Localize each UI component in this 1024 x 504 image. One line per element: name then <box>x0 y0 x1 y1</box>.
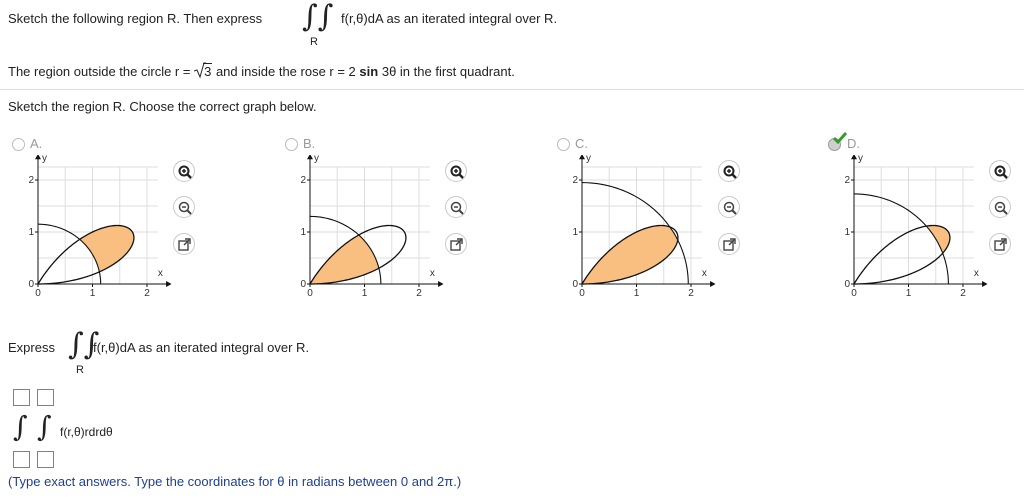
y-tick-label: 2 <box>28 175 34 186</box>
y-axis-label: y <box>314 155 319 164</box>
x-tick-label: 1 <box>362 288 368 299</box>
x-tick-label: 0 <box>307 288 313 299</box>
shaded-region <box>310 234 379 284</box>
popout-icon <box>723 238 736 251</box>
y-tick-label: 0 <box>572 279 578 290</box>
zoom-in-icon <box>450 165 464 179</box>
option-d-popout-button[interactable] <box>989 233 1011 255</box>
zoom-out-icon <box>994 201 1008 215</box>
option-b-zoom-out-button[interactable] <box>445 196 467 218</box>
express-integrand: f(r,θ)dA as an iterated integral over R. <box>93 340 310 355</box>
popout-icon <box>450 238 463 251</box>
option-d-letter: D. <box>847 136 860 151</box>
y-axis-label: y <box>42 155 47 164</box>
option-a-popout-button[interactable] <box>173 233 195 255</box>
x-axis-label: x <box>974 268 979 279</box>
x-axis-label: x <box>158 268 163 279</box>
option-a-radio[interactable] <box>12 138 25 151</box>
divider <box>0 89 1024 90</box>
zoom-in-icon <box>178 165 192 179</box>
option-c-letter: C. <box>575 136 588 151</box>
y-tick-label: 0 <box>28 279 34 290</box>
x-tick-label: 2 <box>416 288 422 299</box>
answer-integrand: f(r,θ)rdrdθ <box>60 425 113 439</box>
option-d-zoom-out-button[interactable] <box>989 196 1011 218</box>
zoom-in-icon <box>994 165 1008 179</box>
option-b-letter: B. <box>303 136 316 151</box>
y-tick-label: 2 <box>300 175 306 186</box>
y-tick-label: 2 <box>572 175 578 186</box>
x-tick-label: 1 <box>90 288 96 299</box>
option-a-graph: yx2100 1 2 <box>28 155 172 299</box>
graph-axes <box>851 155 988 287</box>
zoom-out-icon <box>450 201 464 215</box>
answer-instructions: (Type exact answers. Type the coordinate… <box>8 474 462 489</box>
question-text-end: f(r,θ)dA as an iterated integral over R. <box>341 11 558 26</box>
sin-function: sin <box>359 64 379 79</box>
y-tick-label: 0 <box>844 279 850 290</box>
x-tick-label: 2 <box>144 288 150 299</box>
option-c-popout-button[interactable] <box>718 233 740 255</box>
express-region-label: R <box>76 364 84 376</box>
x-tick-label: 1 <box>634 288 640 299</box>
popout-icon <box>178 238 191 251</box>
inner-lower-limit-input[interactable] <box>37 451 54 468</box>
sqrt-icon <box>194 62 207 79</box>
y-tick-label: 0 <box>300 279 306 290</box>
outer-lower-limit-input[interactable] <box>13 451 30 468</box>
option-c-zoom-out-button[interactable] <box>718 196 740 218</box>
zoom-out-icon <box>723 201 737 215</box>
zoom-out-icon <box>178 201 192 215</box>
y-tick-label: 2 <box>844 175 850 186</box>
option-d-graph: yx2100 1 2 <box>844 155 988 299</box>
region-text-end: 3θ in the first quadrant. <box>381 64 515 79</box>
iterated-integral-inner-sign: ∫ <box>37 410 52 443</box>
x-tick-label: 0 <box>35 288 41 299</box>
graph-grid <box>853 166 974 285</box>
integral-region-label: R <box>310 36 318 48</box>
iterated-integral-outer-sign: ∫ <box>13 410 28 443</box>
question-line-2: The region outside the circle r = 3 and … <box>8 62 515 79</box>
option-a-zoom-out-button[interactable] <box>173 196 195 218</box>
option-b-radio[interactable] <box>285 138 298 151</box>
region-text-middle: and inside the rose r = 2 <box>215 64 356 79</box>
x-tick-label: 2 <box>688 288 694 299</box>
y-tick-label: 1 <box>300 227 306 238</box>
popout-icon <box>994 238 1007 251</box>
zoom-in-icon <box>723 165 737 179</box>
y-axis-label: y <box>858 155 863 164</box>
x-tick-label: 2 <box>960 288 966 299</box>
x-tick-label: 0 <box>851 288 857 299</box>
x-tick-label: 1 <box>906 288 912 299</box>
option-c-graph: yx2100 1 2 <box>572 155 716 299</box>
option-c-zoom-in-button[interactable] <box>718 160 740 182</box>
x-axis-label: x <box>430 268 435 279</box>
inner-upper-limit-input[interactable] <box>37 389 54 406</box>
option-a-zoom-in-button[interactable] <box>173 160 195 182</box>
circle-curve <box>853 193 949 285</box>
option-d-zoom-in-button[interactable] <box>989 160 1011 182</box>
y-tick-label: 1 <box>844 227 850 238</box>
option-b-zoom-in-button[interactable] <box>445 160 467 182</box>
option-c-radio[interactable] <box>557 138 570 151</box>
outer-upper-limit-input[interactable] <box>13 389 30 406</box>
question-line-1: Sketch the following region R. Then expr… <box>8 11 262 26</box>
checkmark-icon <box>833 132 847 144</box>
option-b-graph: yx2100 1 2 <box>300 155 444 299</box>
x-tick-label: 0 <box>579 288 585 299</box>
instruction-text: Sketch the region R. Choose the correct … <box>8 99 317 114</box>
option-a-letter: A. <box>30 136 43 151</box>
option-b-popout-button[interactable] <box>445 233 467 255</box>
express-label: Express <box>8 340 55 355</box>
sqrt-expression: 3 <box>194 62 213 79</box>
y-axis-label: y <box>586 155 591 164</box>
region-text-start: The region outside the circle r = <box>8 64 191 79</box>
x-axis-label: x <box>702 268 707 279</box>
y-tick-label: 1 <box>572 227 578 238</box>
y-tick-label: 1 <box>28 227 34 238</box>
question-text-start: Sketch the following region R. Then expr… <box>8 11 263 26</box>
double-integral-sign: ∫∫ <box>302 0 334 34</box>
